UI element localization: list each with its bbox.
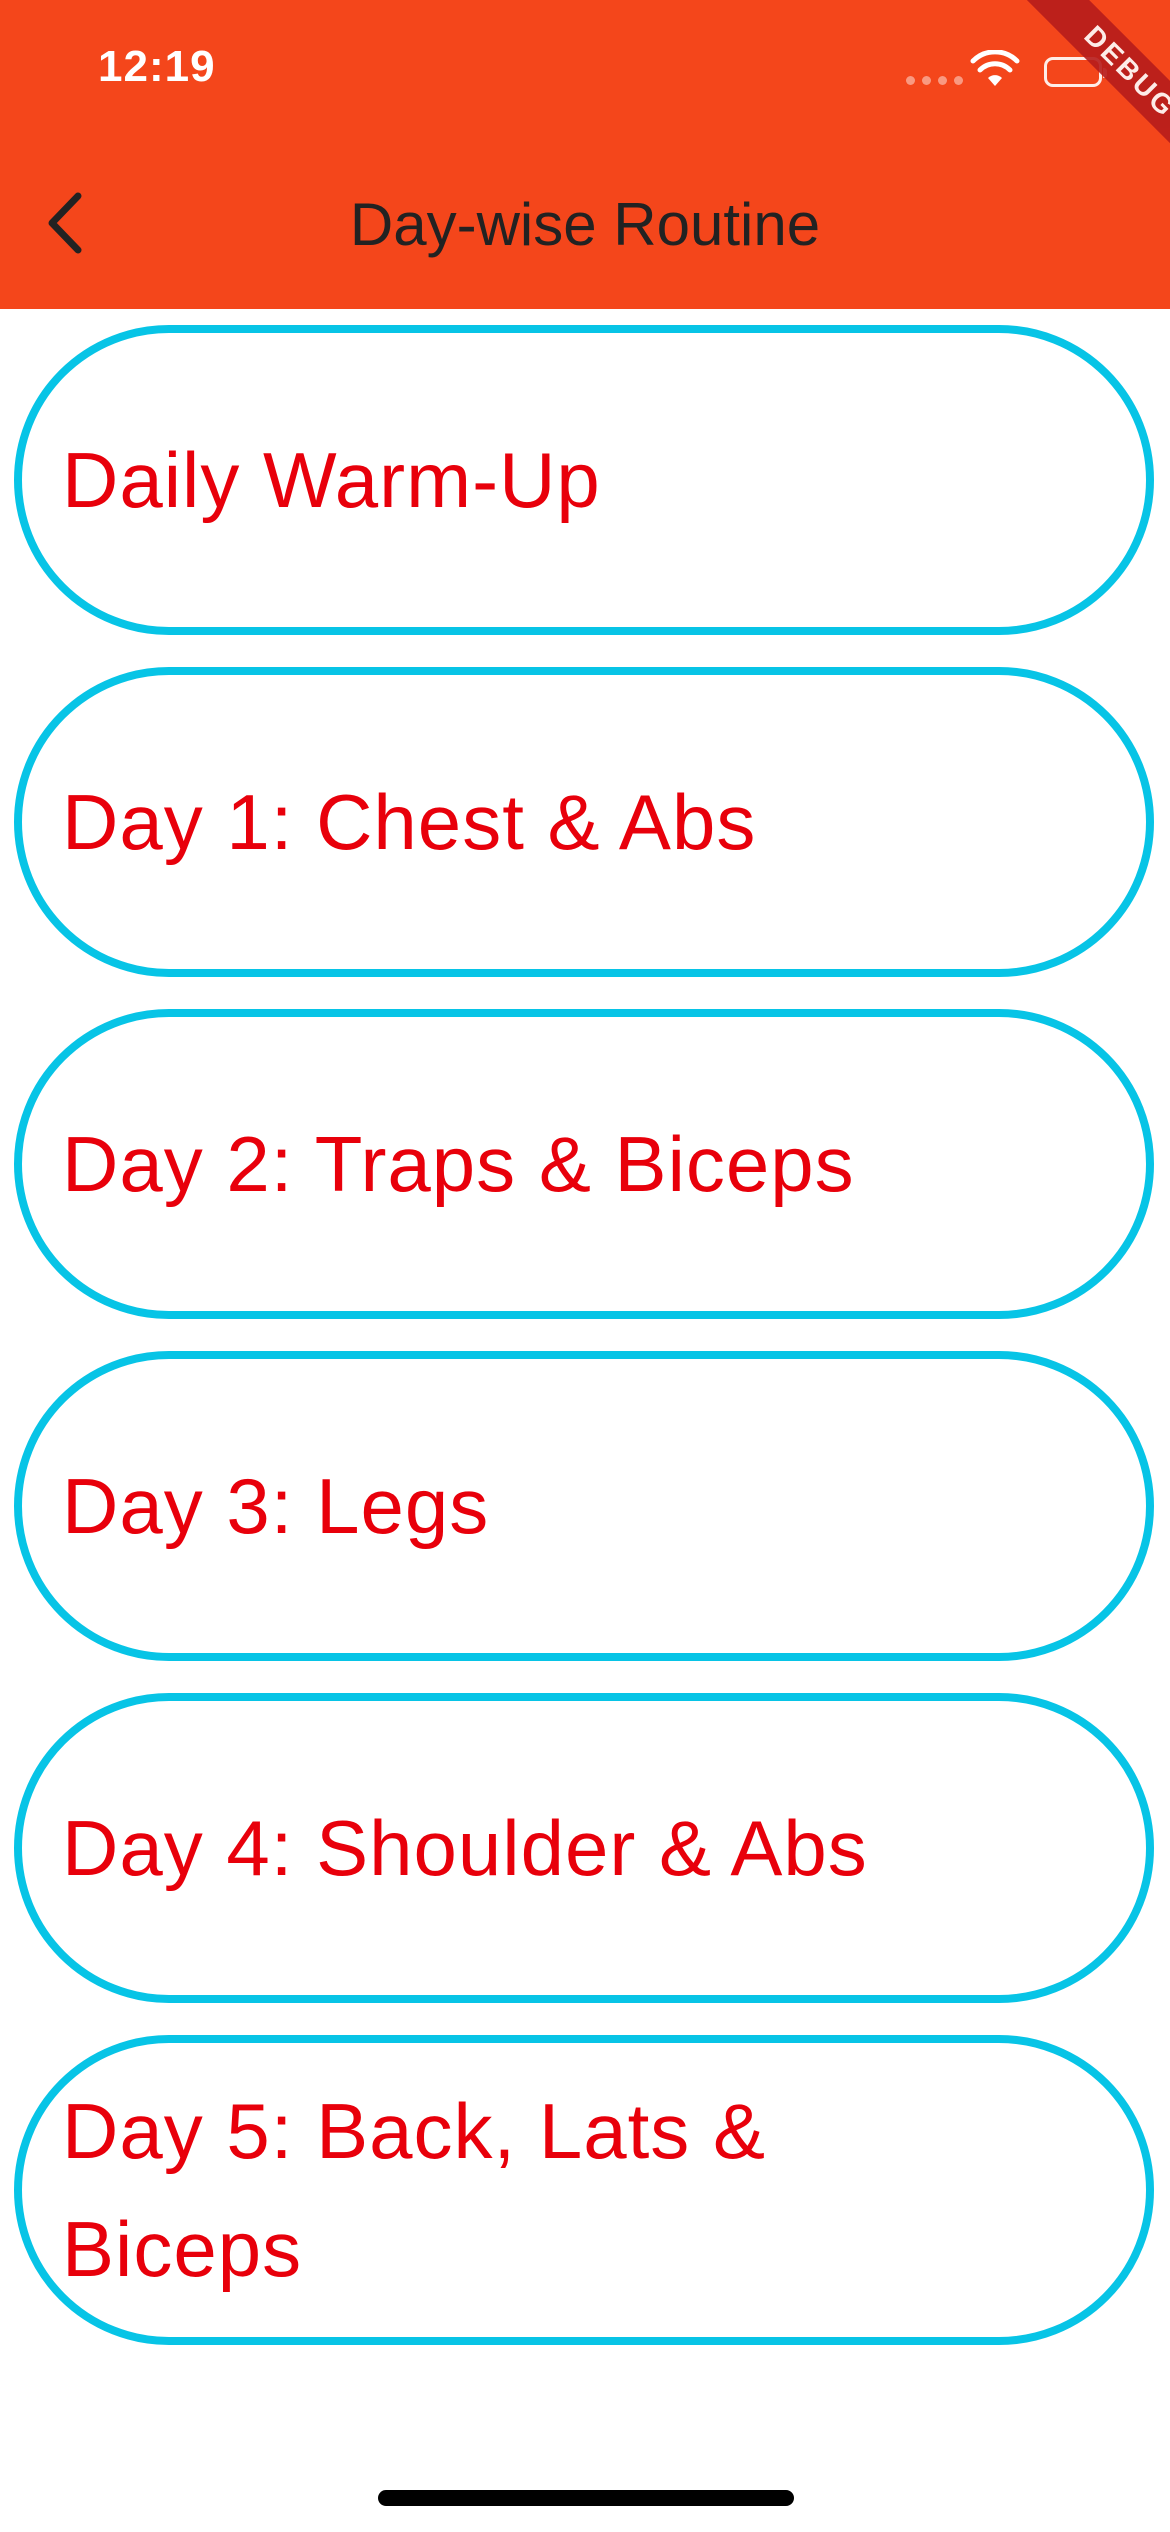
- routine-label: Day 2: Traps & Biceps: [62, 1120, 855, 1208]
- routine-label: Day 3: Legs: [62, 1462, 490, 1550]
- page-title: Day-wise Routine: [349, 191, 821, 258]
- routine-item-day-2[interactable]: Day 2: Traps & Biceps: [14, 1009, 1154, 1319]
- routine-label: Day 5: Back, Lats & Biceps: [62, 2087, 766, 2293]
- routine-item-day-1[interactable]: Day 1: Chest & Abs: [14, 667, 1154, 977]
- debug-banner: DEBUG: [1008, 0, 1170, 194]
- routine-label: Daily Warm-Up: [62, 436, 601, 524]
- routine-item-day-5[interactable]: Day 5: Back, Lats & Biceps: [14, 2035, 1154, 2345]
- routine-item-daily-warm-up[interactable]: Daily Warm-Up: [14, 325, 1154, 635]
- cellular-signal-icon: [906, 76, 963, 85]
- routine-item-day-4[interactable]: Day 4: Shoulder & Abs: [14, 1693, 1154, 2003]
- home-indicator[interactable]: [378, 2490, 794, 2506]
- routine-label: Day 4: Shoulder & Abs: [62, 1804, 868, 1892]
- routine-item-day-3[interactable]: Day 3: Legs: [14, 1351, 1154, 1661]
- wifi-icon: [970, 50, 1020, 86]
- app-bar: 12:19 DEBUG Day-wise Routine: [0, 0, 1170, 309]
- routine-label: Day 1: Chest & Abs: [62, 778, 757, 866]
- status-time: 12:19: [98, 42, 216, 91]
